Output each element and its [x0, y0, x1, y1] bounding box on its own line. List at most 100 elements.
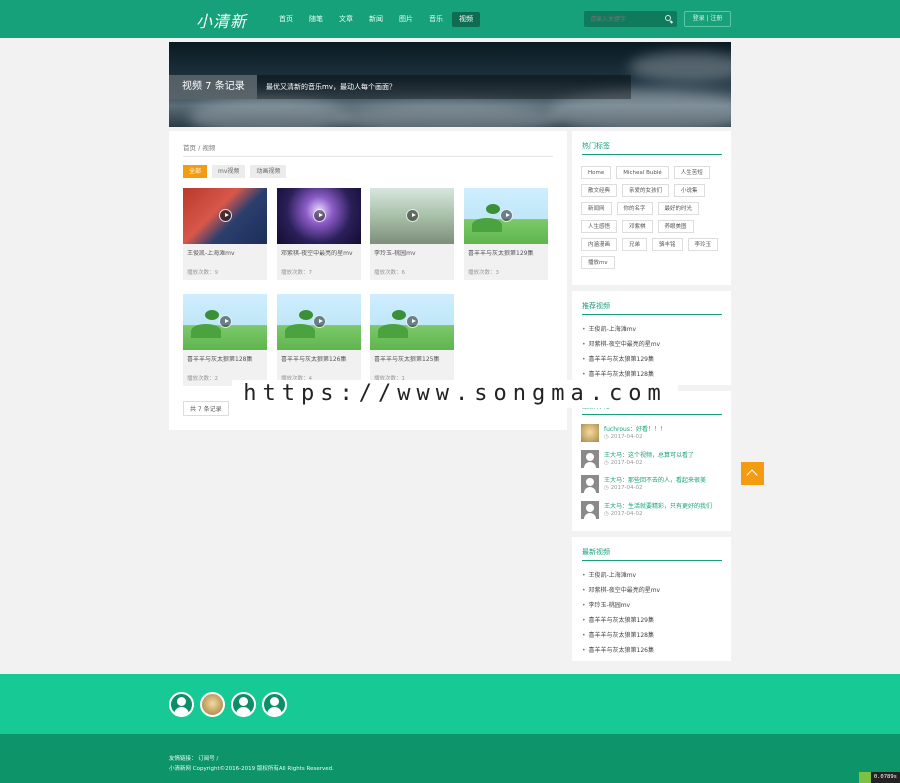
filter-animation[interactable]: 动画视频	[250, 165, 287, 178]
avatar[interactable]	[581, 450, 599, 468]
breadcrumb[interactable]: 首页 / 视频	[183, 142, 215, 152]
list-item[interactable]: 王俊凯-上海滩mv	[582, 568, 722, 583]
video-title[interactable]: 喜羊羊与灰太狼第129集	[468, 250, 546, 266]
watermark-text: https://www.songma.com	[232, 380, 678, 408]
comment-item[interactable]: 王大马：生活就要精彩，只有更好的我们 ◷ 2017-04-02	[581, 501, 726, 523]
video-title[interactable]: 喜羊羊与灰太狼第126集	[281, 356, 359, 372]
avatar[interactable]	[262, 692, 287, 717]
search-icon[interactable]	[665, 15, 671, 21]
filter-all[interactable]: 全部	[183, 165, 208, 178]
nav-music[interactable]: 音乐	[422, 12, 450, 27]
tag[interactable]: 兄弟	[622, 238, 648, 251]
login-register-button[interactable]: 登录 | 注册	[684, 11, 731, 27]
latest-videos-panel: 最新视频 王俊凯-上海滩mv 邓紫棋-夜空中最亮的星mv 李玲玉-桃园mv 喜羊…	[572, 537, 731, 661]
avatar[interactable]	[581, 501, 599, 519]
list-item[interactable]: 李玲玉-桃园mv	[582, 598, 722, 613]
play-icon[interactable]	[406, 209, 419, 222]
list-item[interactable]: 邓紫棋-夜空中最亮的星mv	[582, 337, 722, 352]
play-icon[interactable]	[500, 209, 513, 222]
video-card[interactable]: 李玲玉-桃园mv 播放次数：6	[370, 188, 454, 280]
video-thumbnail[interactable]	[183, 188, 267, 244]
play-icon[interactable]	[406, 315, 419, 328]
tag[interactable]: 骆丰铭	[652, 238, 683, 251]
play-icon[interactable]	[219, 315, 232, 328]
list-item[interactable]: 喜羊羊与灰太狼第126集	[582, 643, 722, 658]
divider	[183, 156, 553, 157]
tag[interactable]: 养眼美图	[657, 220, 694, 233]
play-icon[interactable]	[219, 209, 232, 222]
avatar[interactable]	[169, 692, 194, 717]
comment-item[interactable]: 王大马：这个视频，总算可以看了 ◷ 2017-04-02	[581, 450, 726, 472]
divider	[582, 154, 722, 155]
nav-essays[interactable]: 随笔	[302, 12, 330, 27]
nav-home[interactable]: 首页	[272, 12, 300, 27]
tag[interactable]: Micheal Bublé	[616, 166, 669, 179]
divider	[582, 314, 722, 315]
site-logo[interactable]: 小清新	[196, 8, 247, 32]
tag[interactable]: 你的名字	[616, 202, 653, 215]
tag[interactable]: 最好的时光	[657, 202, 700, 215]
latest-comments-panel: 最新评论 fuchrous：好看！！！ ◷ 2017-04-02 王大马：这个视…	[572, 391, 731, 531]
video-card[interactable]: 喜羊羊与灰太狼第129集 播放次数：3	[464, 188, 548, 280]
tag[interactable]: 内涵漫画	[581, 238, 618, 251]
video-title[interactable]: 邓紫棋-夜空中最亮的星mv	[281, 250, 359, 266]
tag[interactable]: 亲爱的女孩们	[622, 184, 670, 197]
comment-text[interactable]: 王大马：那些回不去的人，看起来很美	[604, 475, 726, 484]
tag[interactable]: 邓紫棋	[622, 220, 653, 233]
play-icon[interactable]	[313, 315, 326, 328]
video-card[interactable]: 喜羊羊与灰太狼第126集 播放次数：4	[277, 294, 361, 386]
video-title[interactable]: 喜羊羊与灰太狼第125集	[374, 356, 452, 372]
tag[interactable]: 小说集	[674, 184, 705, 197]
video-card[interactable]: 喜羊羊与灰太狼第128集 播放次数：2	[183, 294, 267, 386]
comment-item[interactable]: 王大马：那些回不去的人，看起来很美 ◷ 2017-04-02	[581, 475, 726, 497]
nav-video[interactable]: 视频	[452, 12, 480, 27]
list-item[interactable]: 喜羊羊与灰太狼第129集	[582, 352, 722, 367]
filter-mv[interactable]: mv视频	[212, 165, 246, 178]
video-thumbnail[interactable]	[464, 188, 548, 244]
avatar[interactable]	[581, 475, 599, 493]
tag[interactable]: 播放mv	[581, 256, 615, 269]
video-title[interactable]: 李玲玉-桃园mv	[374, 250, 452, 266]
comment-item[interactable]: fuchrous：好看！！！ ◷ 2017-04-02	[581, 424, 726, 446]
video-card[interactable]: 王俊凯-上海滩mv 播放次数：9	[183, 188, 267, 280]
video-title[interactable]: 喜羊羊与灰太狼第128集	[187, 356, 265, 372]
tag[interactable]: 李玲玉	[687, 238, 719, 251]
panel-title: 热门标签	[582, 142, 610, 150]
comment-text[interactable]: 王大马：生活就要精彩，只有更好的我们	[604, 501, 726, 510]
video-thumbnail[interactable]	[370, 188, 454, 244]
list-item[interactable]: 王俊凯-上海滩mv	[582, 322, 722, 337]
video-thumbnail[interactable]	[277, 188, 361, 244]
comment-text[interactable]: 王大马：这个视频，总算可以看了	[604, 450, 726, 459]
tag[interactable]: Home	[581, 166, 612, 179]
tag[interactable]: 散文经典	[581, 184, 618, 197]
nav-images[interactable]: 图片	[392, 12, 420, 27]
back-to-top-button[interactable]	[741, 462, 764, 485]
divider	[582, 414, 722, 415]
comment-date: ◷ 2017-04-02	[604, 434, 643, 440]
tag[interactable]: 人生苦短	[673, 166, 710, 179]
nav-articles[interactable]: 文章	[332, 12, 360, 27]
list-item[interactable]: 喜羊羊与灰太狼第128集	[582, 628, 722, 643]
nav-news[interactable]: 新闻	[362, 12, 390, 27]
video-card[interactable]: 喜羊羊与灰太狼第125集 播放次数：1	[370, 294, 454, 386]
video-thumbnail[interactable]	[277, 294, 361, 350]
footer-avatars-bar	[0, 674, 900, 734]
tag[interactable]: 人生感悟	[581, 220, 618, 233]
play-icon[interactable]	[313, 209, 326, 222]
avatar[interactable]	[581, 424, 599, 442]
banner-description: 最优又清新的音乐mv，最动人每个画面？	[257, 75, 631, 99]
tag[interactable]: 新闻网	[581, 202, 612, 215]
avatar[interactable]	[231, 692, 256, 717]
video-thumbnail[interactable]	[370, 294, 454, 350]
friend-links[interactable]: 友情链接： 订阅号 /	[169, 754, 218, 762]
list-item[interactable]: 邓紫棋-夜空中最亮的星mv	[582, 583, 722, 598]
video-card[interactable]: 邓紫棋-夜空中最亮的星mv 播放次数：7	[277, 188, 361, 280]
banner-category-label: 视频 7 条记录	[169, 75, 257, 99]
avatar[interactable]	[200, 692, 225, 717]
list-item[interactable]: 喜羊羊与灰太狼第129集	[582, 613, 722, 628]
video-title[interactable]: 王俊凯-上海滩mv	[187, 250, 265, 266]
top-navbar: 小清新 首页 随笔 文章 新闻 图片 音乐 视频 登录 | 注册	[0, 0, 900, 38]
video-thumbnail[interactable]	[183, 294, 267, 350]
search-input[interactable]	[584, 11, 659, 27]
comment-text[interactable]: fuchrous：好看！！！	[604, 424, 726, 433]
